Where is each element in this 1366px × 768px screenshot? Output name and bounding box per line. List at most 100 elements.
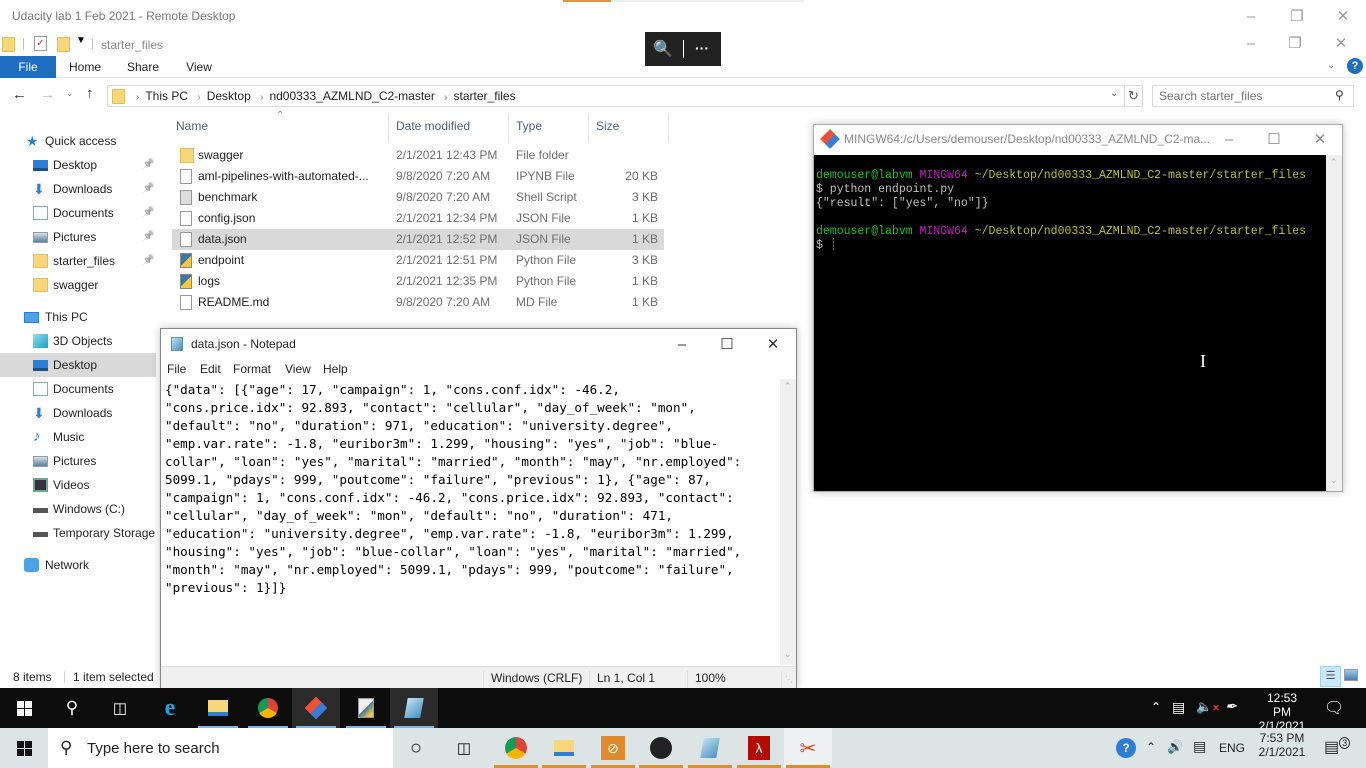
properties-icon[interactable]: ✓ bbox=[34, 36, 47, 51]
search-icon[interactable]: ⚲ bbox=[48, 688, 96, 728]
chrome-remote-icon[interactable] bbox=[492, 728, 540, 768]
notepad-minimize-button[interactable]: – bbox=[659, 329, 705, 359]
menu-edit[interactable]: Edit bbox=[200, 362, 221, 376]
menu-file[interactable]: File bbox=[167, 362, 186, 376]
file-explorer-icon[interactable] bbox=[194, 688, 242, 728]
help-icon[interactable]: ? bbox=[1347, 58, 1363, 74]
network-icon[interactable]: ▤ bbox=[1172, 699, 1185, 716]
network-icon[interactable]: ▤ bbox=[1193, 738, 1206, 755]
column-header-type[interactable]: Type bbox=[516, 119, 542, 133]
scroll-down-icon[interactable]: ⌄ bbox=[1330, 475, 1338, 486]
pen-icon[interactable]: ✒ bbox=[1225, 698, 1237, 715]
task-view-icon[interactable]: ◫ bbox=[440, 728, 488, 768]
acrobat-icon[interactable]: λ bbox=[735, 728, 783, 768]
snipping-tool-icon[interactable]: ✂ bbox=[784, 728, 832, 768]
tab-home[interactable]: Home bbox=[62, 56, 108, 78]
up-button[interactable]: ↑ bbox=[86, 85, 94, 102]
breadcrumb-desktop[interactable]: Desktop bbox=[207, 89, 251, 103]
back-button[interactable]: ← bbox=[12, 86, 27, 103]
terminal-maximize-button[interactable]: ☐ bbox=[1251, 124, 1297, 154]
scroll-up-icon[interactable]: ⌃ bbox=[1330, 157, 1338, 168]
refresh-icon[interactable]: ↻ bbox=[1128, 88, 1139, 104]
tab-view[interactable]: View bbox=[176, 56, 222, 78]
rdp-minimize-button[interactable]: – bbox=[1228, 1, 1274, 31]
notifications-icon[interactable]: ▤ 3 bbox=[1324, 736, 1351, 757]
menu-format[interactable]: Format bbox=[233, 362, 271, 376]
breadcrumb-this-pc[interactable]: This PC bbox=[145, 89, 188, 103]
file-row[interactable]: config.json 2/1/2021 12:34 PM JSON File 1 K… bbox=[172, 208, 664, 229]
tab-share[interactable]: Share bbox=[120, 56, 166, 78]
internet-explorer-icon[interactable]: e bbox=[146, 688, 194, 728]
chrome-icon[interactable] bbox=[244, 688, 292, 728]
notepad-title-bar[interactable]: data.json - Notepad – ☐ ✕ bbox=[161, 329, 796, 359]
explorer-minimize-button[interactable]: – bbox=[1228, 28, 1274, 58]
help-alert-icon[interactable]: ? bbox=[1116, 738, 1136, 758]
address-bar[interactable]: › This PC › Desktop › nd00333_AZMLND_C2-mas… bbox=[107, 85, 1143, 107]
python-file-taskbar-icon[interactable] bbox=[342, 688, 390, 728]
address-dropdown-icon[interactable]: ⌄ bbox=[1110, 88, 1118, 99]
input-language[interactable]: ENG bbox=[1219, 741, 1245, 755]
host-search-box[interactable]: ⚲ Type here to search bbox=[48, 728, 393, 768]
notepad-taskbar-icon[interactable] bbox=[390, 688, 438, 728]
menu-view[interactable]: View bbox=[285, 362, 311, 376]
show-hidden-icons-button[interactable]: ⌃ bbox=[1151, 700, 1161, 714]
column-divider[interactable] bbox=[668, 113, 669, 143]
expand-ribbon-icon[interactable]: ⌄ bbox=[1327, 60, 1335, 71]
large-icons-view-button[interactable] bbox=[1344, 669, 1358, 681]
tab-file[interactable]: File bbox=[0, 56, 56, 78]
recent-locations-button[interactable]: ⌄ bbox=[66, 88, 74, 99]
more-options-button[interactable]: ··· bbox=[695, 40, 709, 56]
volume-icon[interactable]: 🔊 bbox=[1167, 739, 1183, 755]
file-row[interactable]: swagger 2/1/2021 12:43 PM File folder bbox=[172, 145, 664, 166]
explorer-restore-button[interactable]: ❐ bbox=[1272, 28, 1318, 58]
action-center-icon[interactable]: 🗨 bbox=[1324, 698, 1344, 718]
file-row[interactable]: aml-pipelines-with-automated-... 9/8/2020… bbox=[172, 166, 664, 187]
column-header-name[interactable]: Name bbox=[176, 119, 208, 133]
column-header-size[interactable]: Size bbox=[596, 119, 619, 133]
host-clock[interactable]: 7:53 PM 2/1/2021 bbox=[1257, 731, 1307, 759]
resize-grip[interactable]: ⋱ bbox=[785, 675, 793, 684]
cortana-icon[interactable]: ○ bbox=[392, 728, 440, 768]
column-divider[interactable] bbox=[588, 113, 589, 143]
notepad-vertical-scrollbar[interactable]: ⌃ ⌄ bbox=[780, 379, 796, 665]
search-box[interactable]: ⚲ bbox=[1152, 85, 1354, 107]
breadcrumb-repo[interactable]: nd00333_AZMLND_C2-master bbox=[269, 89, 434, 103]
column-header-date[interactable]: Date modified bbox=[396, 119, 470, 133]
terminal-scrollbar[interactable]: ⌃ ⌄ bbox=[1326, 155, 1342, 491]
terminal-minimize-button[interactable]: – bbox=[1206, 124, 1252, 154]
notepad-maximize-button[interactable]: ☐ bbox=[704, 329, 750, 359]
explorer-close-button[interactable]: ✕ bbox=[1318, 28, 1364, 58]
breadcrumb-starter-files[interactable]: starter_files bbox=[454, 89, 516, 103]
host-file-explorer-icon[interactable] bbox=[540, 728, 588, 768]
scroll-up-icon[interactable]: ⌃ bbox=[784, 381, 792, 392]
obs-icon[interactable] bbox=[637, 728, 685, 768]
rdp-restore-button[interactable]: ❐ bbox=[1274, 1, 1320, 31]
file-row[interactable]: data.json 2/1/2021 12:52 PM JSON File 1 KB bbox=[172, 229, 664, 250]
file-row[interactable]: endpoint 2/1/2021 12:51 PM Python File 3 KB bbox=[172, 250, 664, 271]
details-view-button[interactable]: ☰ bbox=[1320, 666, 1341, 687]
column-divider[interactable] bbox=[388, 113, 389, 143]
file-row[interactable]: README.md 9/8/2020 7:20 AM MD File 1 KB bbox=[172, 292, 664, 313]
file-row[interactable]: logs 2/1/2021 12:35 PM Python File 1 KB bbox=[172, 271, 664, 292]
file-row[interactable]: benchmark 9/8/2020 7:20 AM Shell Script 3 K… bbox=[172, 187, 664, 208]
column-divider[interactable] bbox=[508, 113, 509, 143]
host-start-button[interactable] bbox=[0, 728, 48, 768]
host-notepad-icon[interactable] bbox=[686, 728, 734, 768]
notepad-close-button[interactable]: ✕ bbox=[750, 329, 796, 359]
customize-qat-icon[interactable]: ▼ bbox=[76, 35, 86, 46]
remote-desktop-app-icon[interactable]: ⊘ bbox=[589, 728, 637, 768]
start-button[interactable] bbox=[0, 688, 48, 728]
forward-button[interactable]: → bbox=[40, 86, 55, 103]
rdp-close-button[interactable]: ✕ bbox=[1320, 1, 1366, 31]
scroll-down-icon[interactable]: ⌄ bbox=[784, 649, 792, 660]
show-hidden-icons-button[interactable]: ⌃ bbox=[1146, 740, 1156, 754]
notepad-text-area[interactable]: {"data": [{"age": 17, "campaign": 1, "co… bbox=[165, 381, 777, 661]
terminal-title-bar[interactable]: MINGW64:/c/Users/demouser/Desktop/nd0033… bbox=[814, 125, 1342, 153]
new-folder-icon[interactable] bbox=[57, 37, 70, 52]
git-bash-taskbar-icon[interactable] bbox=[292, 688, 340, 728]
terminal-close-button[interactable]: ✕ bbox=[1297, 124, 1343, 154]
search-input[interactable] bbox=[1159, 88, 1329, 104]
task-view-icon[interactable]: ◫ bbox=[96, 688, 144, 728]
remote-clock[interactable]: 12:53 PM 2/1/2021 bbox=[1257, 691, 1307, 733]
volume-muted-icon[interactable]: 🔈✕ bbox=[1196, 699, 1220, 715]
